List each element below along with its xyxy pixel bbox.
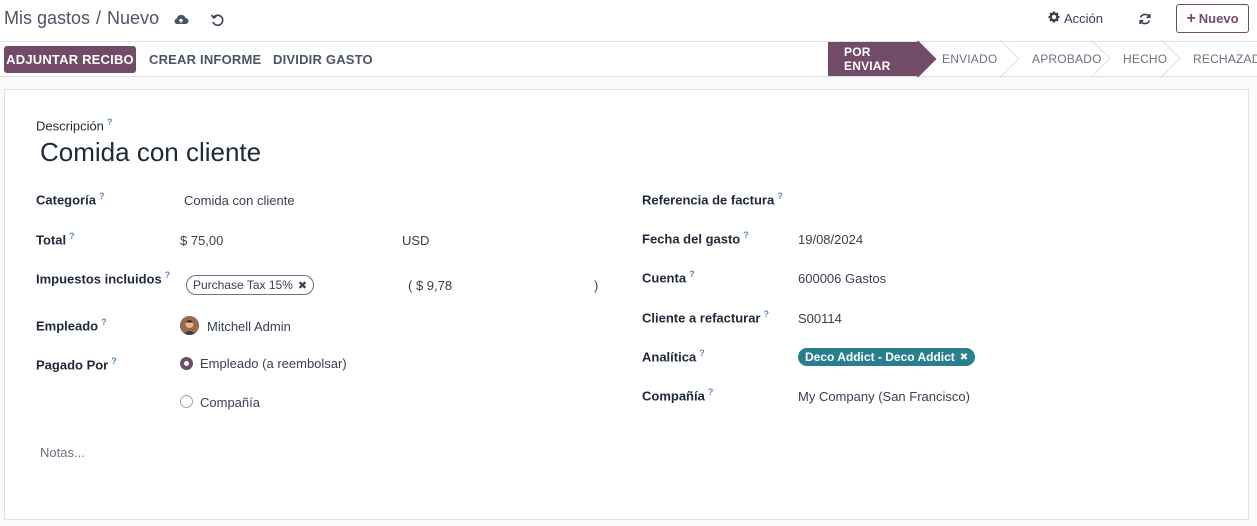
category-label: Categoría? [36, 191, 104, 207]
cloud-upload-icon[interactable] [170, 10, 192, 30]
invoice-ref-field[interactable] [798, 193, 1218, 211]
tax-amount-close: ) [594, 278, 599, 293]
help-marker: ? [164, 270, 171, 280]
analytic-label: Analítica? [642, 348, 705, 364]
account-label-text: Cuenta [642, 270, 687, 286]
gear-icon [1048, 11, 1060, 26]
description-label: Descripción? [36, 117, 112, 133]
plus-icon: + [1186, 9, 1196, 27]
total-label: Total? [36, 231, 75, 247]
breadcrumb-separator: / [96, 8, 102, 28]
help-marker: ? [106, 117, 113, 127]
remove-tag-icon[interactable]: ✖ [960, 352, 968, 363]
total-label-text: Total [36, 232, 67, 248]
action-menu-label: Acción [1064, 11, 1104, 26]
new-record-label: Nuevo [1198, 11, 1239, 26]
help-marker: ? [101, 317, 107, 327]
stage-rechazado[interactable]: RECHAZADO [1169, 42, 1257, 76]
stage-por-enviar[interactable]: POR ENVIAR [828, 42, 918, 76]
tax-tag-label: Purchase Tax 15% [193, 278, 293, 292]
company-label: Compañía? [642, 387, 713, 403]
breadcrumb-parent[interactable]: Mis gastos [4, 8, 90, 29]
invoice-ref-label-text: Referencia de factura [642, 192, 775, 208]
breadcrumb: Mis gastos / Nuevo [4, 8, 159, 29]
date-label-text: Fecha del gasto [642, 231, 741, 247]
create-report-button[interactable]: CREAR INFORME [149, 52, 261, 67]
taxes-label: Impuestos incluidos? [36, 270, 170, 286]
company-label-text: Compañía [642, 388, 705, 404]
stage-aprobado[interactable]: APROBADO [1008, 42, 1101, 76]
action-menu[interactable]: Acción [1048, 11, 1103, 26]
date-field[interactable]: 19/08/2024 [798, 232, 863, 247]
help-marker: ? [69, 231, 75, 241]
employee-field[interactable]: Mitchell Admin [207, 319, 291, 334]
company-field[interactable]: My Company (San Francisco) [798, 389, 970, 404]
currency-field[interactable]: USD [402, 233, 429, 248]
status-pipeline: POR ENVIAR ENVIADO APROBADO HECHO RECHAZ… [828, 42, 1257, 76]
paid-by-company-radio[interactable] [180, 395, 193, 408]
refresh-icon[interactable] [1135, 9, 1155, 29]
tax-tag: Purchase Tax 15% ✖ [186, 275, 315, 295]
attach-receipt-button[interactable]: ADJUNTAR RECIBO [4, 46, 136, 73]
remove-tag-icon[interactable]: ✖ [298, 279, 307, 292]
customer-label-text: Cliente a refacturar [642, 310, 761, 326]
employee-label-text: Empleado [36, 318, 99, 334]
category-field[interactable]: Comida con cliente [184, 193, 295, 208]
split-expense-button[interactable]: DIVIDIR GASTO [273, 52, 373, 67]
help-marker: ? [689, 269, 695, 279]
help-marker: ? [111, 356, 117, 366]
help-marker: ? [763, 309, 770, 319]
new-record-button[interactable]: + Nuevo [1176, 4, 1249, 33]
avatar [180, 316, 199, 335]
control-panel: Mis gastos / Nuevo Acción + Nuevo [0, 0, 1257, 42]
breadcrumb-current: Nuevo [107, 8, 160, 28]
help-marker: ? [777, 191, 783, 201]
analytic-tag[interactable]: Deco Addict - Deco Addict ✖ [798, 348, 976, 366]
paid-by-label-text: Pagado Por [36, 357, 109, 373]
form-statusbar: ADJUNTAR RECIBO CREAR INFORME DIVIDIR GA… [0, 42, 1257, 77]
account-field[interactable]: 600006 Gastos [798, 271, 886, 286]
date-label: Fecha del gasto? [642, 230, 749, 246]
help-marker: ? [98, 191, 105, 201]
invoice-ref-label: Referencia de factura? [642, 191, 783, 207]
notes-field[interactable]: Notas... [40, 445, 85, 460]
help-marker: ? [699, 348, 705, 358]
customer-label: Cliente a refacturar? [642, 309, 769, 325]
paid-by-label: Pagado Por? [36, 356, 117, 372]
total-amount-field[interactable]: $ 75,00 [180, 233, 223, 248]
discard-icon[interactable] [206, 10, 228, 30]
paid-by-employee-label[interactable]: Empleado (a reembolsar) [200, 356, 347, 371]
employee-label: Empleado? [36, 317, 107, 333]
paid-by-employee-radio[interactable] [180, 357, 193, 370]
help-marker: ? [743, 230, 749, 240]
customer-field[interactable]: S00114 [798, 311, 842, 326]
form-sheet: Descripción? Comida con cliente Categorí… [4, 89, 1249, 520]
taxes-label-text: Impuestos incluidos [36, 271, 162, 287]
description-input[interactable]: Comida con cliente [40, 137, 261, 168]
tax-amount: ( $ 9,78 [408, 278, 453, 293]
help-marker: ? [707, 387, 714, 397]
paid-by-company-label[interactable]: Compañía [200, 395, 260, 410]
category-label-text: Categoría [36, 192, 96, 208]
analytic-tag-label: Deco Addict - Deco Addict [805, 350, 955, 364]
account-label: Cuenta? [642, 269, 695, 285]
analytic-label-text: Analítica [642, 349, 697, 365]
description-label-text: Descripción [36, 118, 104, 134]
